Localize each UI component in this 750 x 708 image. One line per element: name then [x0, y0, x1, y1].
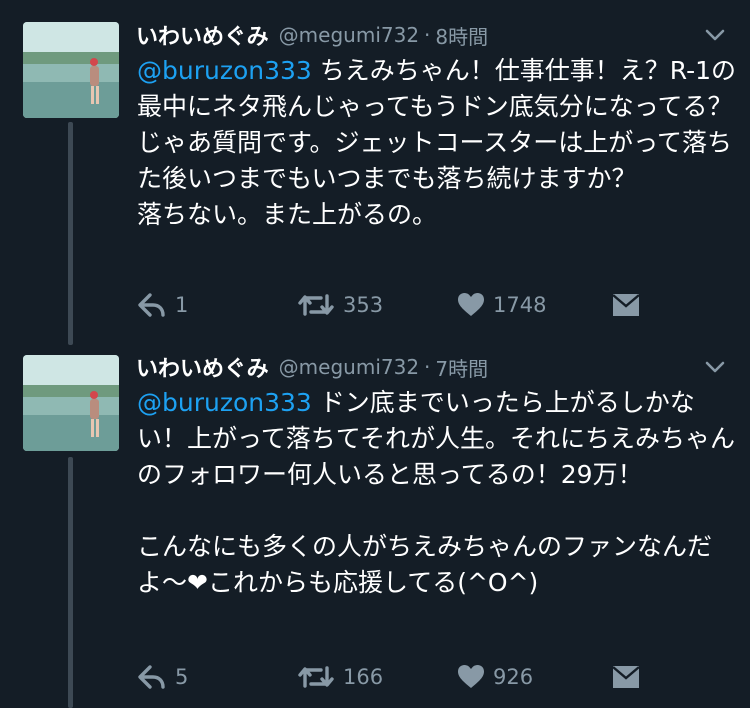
direct-message-icon: [611, 664, 641, 690]
avatar[interactable]: [23, 22, 119, 118]
heart-icon: [457, 292, 485, 318]
reply-icon: [137, 292, 167, 318]
retweet-count: 353: [343, 293, 384, 317]
user-handle[interactable]: @megumi732: [279, 355, 419, 379]
reply-button[interactable]: 1: [137, 289, 188, 321]
timestamp[interactable]: 7時間: [435, 353, 488, 382]
tweet-actions: 1 353 1748: [137, 289, 647, 321]
display-name[interactable]: いわいめぐみ: [136, 351, 269, 383]
retweet-count: 166: [343, 665, 384, 689]
tweet-actions: 5 166 926: [137, 661, 647, 693]
avatar[interactable]: [23, 355, 119, 451]
thread-connector-line: [68, 457, 73, 708]
timestamp[interactable]: 8時間: [435, 21, 488, 50]
mention-link[interactable]: @buruzon333: [137, 56, 312, 85]
like-button[interactable]: 926: [457, 661, 533, 693]
caret-down-icon[interactable]: [704, 356, 726, 378]
like-count: 926: [493, 665, 534, 689]
retweet-button[interactable]: 353: [297, 289, 383, 321]
separator-dot: ·: [424, 23, 431, 47]
like-count: 1748: [493, 293, 547, 317]
direct-message-button[interactable]: [611, 661, 641, 693]
tweet-text: @buruzon333 ドン底までいったら上がるしかない！上がって落ちてそれが人…: [137, 385, 737, 601]
reply-icon: [137, 664, 167, 690]
direct-message-icon: [611, 292, 641, 318]
retweet-button[interactable]: 166: [297, 661, 383, 693]
reply-button[interactable]: 5: [137, 661, 188, 693]
tweet[interactable]: いわいめぐみ @megumi732 · 7時間 @buruzon333 ドン底ま…: [0, 345, 750, 708]
direct-message-button[interactable]: [611, 289, 641, 321]
retweet-icon: [297, 664, 335, 690]
mention-link[interactable]: @buruzon333: [137, 388, 312, 417]
thread-connector-line: [68, 122, 73, 345]
tweet-text: @buruzon333 ちえみちゃん！仕事仕事！え？R-1の最中にネタ飛んじゃっ…: [137, 53, 737, 233]
reply-count: 1: [175, 293, 189, 317]
tweet[interactable]: いわいめぐみ @megumi732 · 8時間 @buruzon333 ちえみち…: [0, 0, 750, 345]
heart-icon: [457, 664, 485, 690]
like-button[interactable]: 1748: [457, 289, 546, 321]
caret-down-icon[interactable]: [704, 24, 726, 46]
user-handle[interactable]: @megumi732: [279, 23, 419, 47]
tweet-header: いわいめぐみ @megumi732 · 8時間: [136, 18, 730, 52]
reply-count: 5: [175, 665, 189, 689]
separator-dot: ·: [424, 355, 431, 379]
display-name[interactable]: いわいめぐみ: [136, 19, 269, 51]
tweet-header: いわいめぐみ @megumi732 · 7時間: [136, 350, 730, 384]
retweet-icon: [297, 292, 335, 318]
tweet-text-body: ドン底までいったら上がるしかない！上がって落ちてそれが人生。それにちえみちゃんの…: [137, 388, 736, 597]
